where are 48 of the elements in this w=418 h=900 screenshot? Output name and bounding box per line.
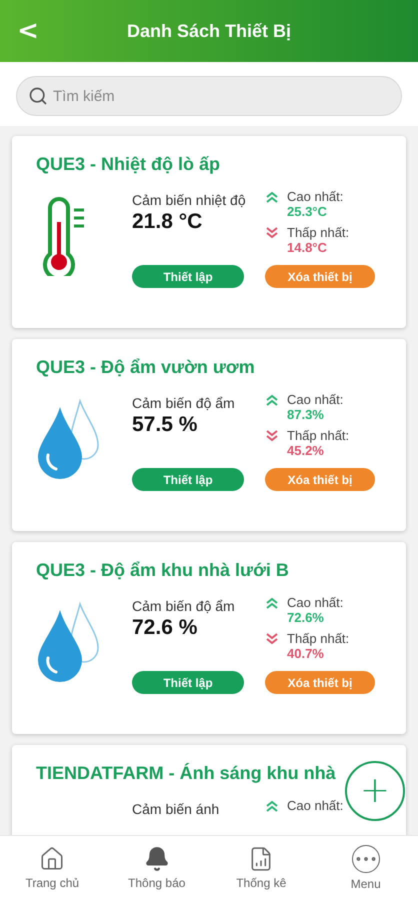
device-title: QUE3 - Nhiệt độ lò ấp bbox=[36, 154, 222, 175]
device-title: QUE3 - Độ ẩm vườn ươm bbox=[36, 357, 256, 378]
sensor-value: 57.5 % bbox=[132, 412, 198, 437]
search-icon bbox=[28, 86, 48, 106]
delete-device-button[interactable]: Xóa thiết bị bbox=[265, 468, 375, 491]
max-value: 25.3°C bbox=[287, 204, 328, 219]
double-chevron-up-icon bbox=[265, 596, 279, 608]
nav-tab[interactable]: Thống kê bbox=[209, 836, 314, 900]
double-chevron-down-icon bbox=[265, 632, 279, 644]
setup-button[interactable]: Thiết lập bbox=[132, 671, 244, 694]
max-label: Cao nhất: bbox=[287, 798, 344, 813]
min-value: 40.7% bbox=[287, 646, 325, 661]
min-label: Thấp nhất: bbox=[287, 225, 350, 240]
max-label: Cao nhất: bbox=[287, 392, 344, 407]
double-chevron-down-icon bbox=[265, 430, 279, 442]
device-title: TIENDATFARM - Ánh sáng khu nhà bbox=[36, 763, 337, 784]
double-chevron-up-icon bbox=[265, 394, 279, 406]
max-value: 72.6% bbox=[287, 610, 325, 625]
min-value: 45.2% bbox=[287, 443, 325, 458]
double-chevron-down-icon bbox=[265, 226, 279, 238]
nav-tab[interactable]: Trang chủ bbox=[0, 836, 104, 900]
min-label: Thấp nhất: bbox=[287, 428, 350, 443]
min-value: 14.8°C bbox=[287, 240, 328, 255]
max-value: 87.3% bbox=[287, 407, 325, 422]
nav-tab[interactable]: Thông báo bbox=[104, 836, 209, 900]
bell-icon bbox=[144, 846, 170, 872]
sensor-label: Cảm biến nhiệt độ bbox=[132, 193, 247, 208]
sensor-label: Cảm biến độ ẩm bbox=[132, 396, 236, 411]
delete-device-button[interactable]: Xóa thiết bị bbox=[265, 671, 375, 694]
setup-button[interactable]: Thiết lập bbox=[132, 468, 244, 491]
max-label: Cao nhất: bbox=[287, 595, 344, 610]
max-label: Cao nhất: bbox=[287, 189, 344, 204]
double-chevron-up-icon bbox=[265, 800, 279, 812]
home-icon bbox=[39, 846, 66, 872]
search-field[interactable]: Tìm kiếm bbox=[16, 76, 402, 116]
device-title: QUE3 - Độ ẩm khu nhà lưới B bbox=[36, 560, 290, 581]
sensor-label: Cảm biến độ ẩm bbox=[132, 599, 236, 614]
double-chevron-up-icon bbox=[265, 190, 279, 202]
sensor-label: Cảm biến ánh bbox=[132, 802, 220, 817]
delete-device-button[interactable]: Xóa thiết bị bbox=[265, 265, 375, 288]
more-icon bbox=[352, 845, 380, 873]
sensor-value: 72.6 % bbox=[132, 616, 198, 640]
setup-button[interactable]: Thiết lập bbox=[132, 265, 244, 288]
sensor-value: 21.8 °C bbox=[132, 210, 204, 234]
back-button[interactable]: < bbox=[13, 16, 43, 46]
min-label: Thấp nhất: bbox=[287, 631, 350, 646]
nav-tab[interactable]: Menu bbox=[314, 836, 418, 900]
page-title: Danh Sách Thiết Bị bbox=[126, 20, 292, 42]
